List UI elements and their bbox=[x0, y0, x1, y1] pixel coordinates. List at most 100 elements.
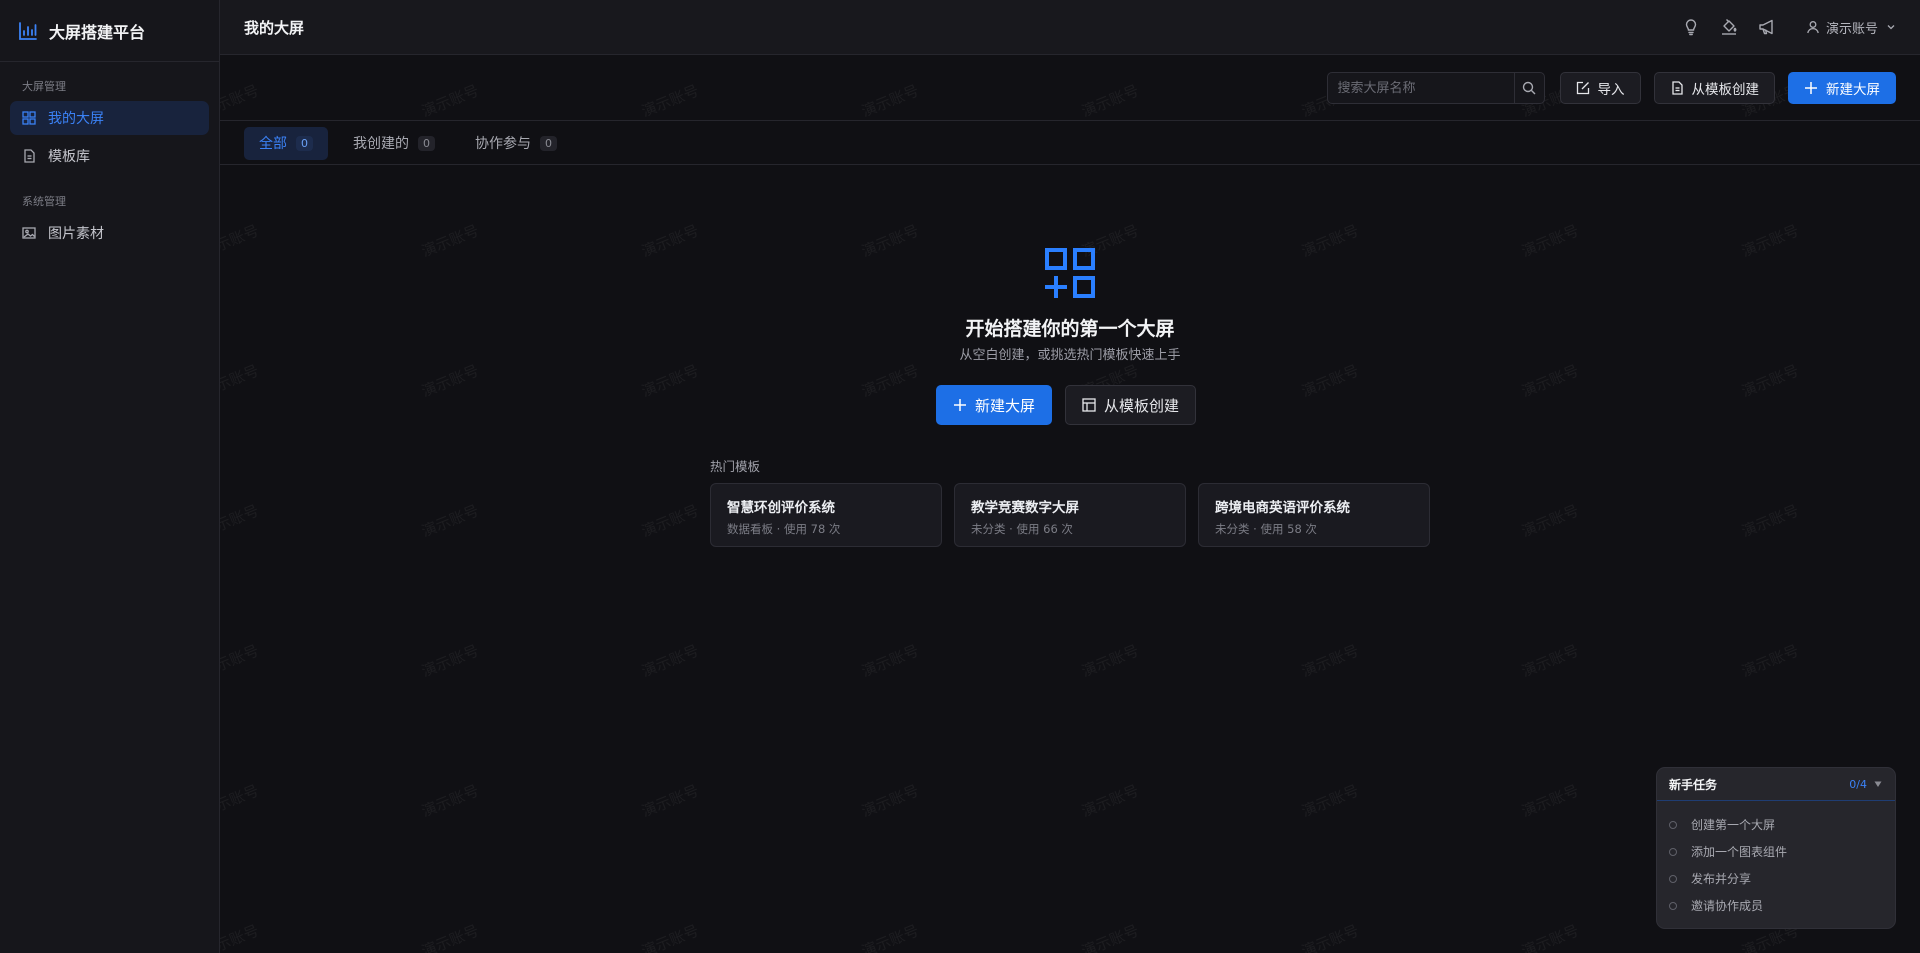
file-icon bbox=[1670, 81, 1684, 95]
paint-bucket-icon[interactable] bbox=[1720, 18, 1738, 36]
tab-count-badge: 0 bbox=[296, 135, 313, 151]
bar-chart-icon bbox=[18, 21, 38, 41]
watermark-text: 演示账号 bbox=[1079, 781, 1142, 821]
watermark-text: 演示账号 bbox=[419, 221, 482, 261]
watermark-text: 演示账号 bbox=[1739, 501, 1802, 541]
sidebar-item-my-screens[interactable]: 我的大屏 bbox=[10, 101, 209, 135]
grid-icon bbox=[22, 111, 36, 125]
watermark-text: 演示账号 bbox=[1519, 501, 1582, 541]
onboarding-task-list: 创建第一个大屏 添加一个图表组件 发布并分享 邀请协作成员 bbox=[1657, 801, 1895, 919]
brand[interactable]: 大屏搭建平台 bbox=[0, 0, 219, 62]
empty-new-screen-button[interactable]: 新建大屏 bbox=[936, 385, 1053, 425]
edit-square-icon bbox=[1576, 81, 1590, 95]
new-screen-button[interactable]: 新建大屏 bbox=[1788, 72, 1896, 104]
watermark-text: 演示账号 bbox=[1739, 361, 1802, 401]
sidebar-item-images[interactable]: 图片素材 bbox=[10, 216, 209, 250]
onboarding-task[interactable]: 发布并分享 bbox=[1657, 865, 1895, 892]
watermark-text: 演示账号 bbox=[1299, 921, 1362, 953]
watermark-text: 演示账号 bbox=[1519, 221, 1582, 261]
caret-down-icon[interactable] bbox=[1873, 779, 1883, 789]
sidebar-item-templates[interactable]: 模板库 bbox=[10, 139, 209, 173]
add-widget-icon bbox=[1043, 246, 1097, 300]
layout-icon bbox=[1082, 398, 1096, 412]
onboarding-task-label: 创建第一个大屏 bbox=[1691, 818, 1776, 832]
tab-label: 我创建的 bbox=[353, 136, 409, 152]
onboarding-task-label: 添加一个图表组件 bbox=[1691, 845, 1788, 859]
sidebar-item-label: 图片素材 bbox=[48, 226, 104, 242]
import-label: 导入 bbox=[1597, 82, 1625, 98]
watermark-text: 演示账号 bbox=[419, 921, 482, 953]
plus-icon bbox=[1804, 81, 1818, 95]
tab-created-by-me[interactable]: 我创建的 0 bbox=[338, 127, 450, 160]
tab-all[interactable]: 全部 0 bbox=[244, 126, 328, 160]
watermark-text: 演示账号 bbox=[859, 361, 922, 401]
task-status-circle-icon bbox=[1669, 901, 1677, 910]
tab-label: 协作参与 bbox=[475, 136, 531, 152]
watermark-text: 演示账号 bbox=[859, 921, 922, 953]
sidebar-item-label: 我的大屏 bbox=[48, 111, 104, 127]
onboarding-task[interactable]: 邀请协作成员 bbox=[1657, 892, 1895, 919]
task-status-circle-icon bbox=[1669, 820, 1677, 829]
watermark-text: 演示账号 bbox=[419, 781, 482, 821]
plus-icon bbox=[953, 398, 967, 412]
watermark-text: 演示账号 bbox=[419, 641, 482, 681]
watermark-text: 演示账号 bbox=[1519, 781, 1582, 821]
empty-new-screen-label: 新建大屏 bbox=[975, 396, 1036, 415]
tab-count-badge: 0 bbox=[540, 135, 557, 151]
watermark-text: 演示账号 bbox=[1739, 221, 1802, 261]
sidebar-item-label: 模板库 bbox=[48, 149, 90, 165]
watermark-text: 演示账号 bbox=[859, 641, 922, 681]
empty-state-actions: 新建大屏 从模板创建 bbox=[936, 385, 1197, 425]
onboarding-title: 新手任务 bbox=[1669, 777, 1718, 792]
onboarding-header[interactable]: 新手任务 0/4 bbox=[1657, 768, 1895, 801]
top-header: 我的大屏 演示账号 bbox=[220, 0, 1920, 55]
page-title: 我的大屏 bbox=[244, 18, 305, 37]
watermark-text: 演示账号 bbox=[639, 501, 702, 541]
watermark-text: 演示账号 bbox=[419, 361, 482, 401]
search-input[interactable] bbox=[1327, 73, 1514, 103]
watermark-text: 演示账号 bbox=[1299, 781, 1362, 821]
file-icon bbox=[22, 149, 36, 163]
watermark-text: 演示账号 bbox=[1739, 641, 1802, 681]
template-card[interactable]: 智慧环创评价系统 数据看板 · 使用 78 次 bbox=[710, 483, 942, 547]
empty-create-from-template-button[interactable]: 从模板创建 bbox=[1065, 385, 1197, 425]
user-icon bbox=[1806, 20, 1820, 34]
lightbulb-icon[interactable] bbox=[1682, 18, 1700, 36]
watermark-text: 演示账号 bbox=[639, 921, 702, 953]
import-button[interactable]: 导入 bbox=[1559, 72, 1641, 104]
onboarding-progress: 0/4 bbox=[1849, 777, 1867, 791]
onboarding-task[interactable]: 添加一个图表组件 bbox=[1657, 838, 1895, 865]
megaphone-icon[interactable] bbox=[1758, 18, 1776, 36]
user-name: 演示账号 bbox=[1825, 21, 1878, 37]
search-box bbox=[1326, 72, 1545, 104]
template-card-meta: 未分类 · 使用 58 次 bbox=[1215, 522, 1317, 536]
empty-state-title: 开始搭建你的第一个大屏 bbox=[965, 318, 1175, 340]
template-card[interactable]: 跨境电商英语评价系统 未分类 · 使用 58 次 bbox=[1198, 483, 1430, 547]
sidebar: 大屏搭建平台 大屏管理 我的大屏 模板库 系统管理 图片素材 bbox=[0, 0, 220, 953]
brand-title: 大屏搭建平台 bbox=[49, 22, 146, 42]
template-card-meta: 数据看板 · 使用 78 次 bbox=[727, 522, 841, 536]
onboarding-panel: 新手任务 0/4 创建第一个大屏 添加一个图表组件 发布并分享 邀请协作成员 bbox=[1656, 767, 1896, 929]
search-icon[interactable] bbox=[1513, 73, 1544, 103]
tab-collaborating[interactable]: 协作参与 0 bbox=[460, 127, 572, 160]
tab-count-badge: 0 bbox=[418, 135, 435, 151]
create-from-template-button[interactable]: 从模板创建 bbox=[1653, 72, 1775, 104]
user-menu[interactable]: 演示账号 bbox=[1806, 18, 1896, 37]
tab-label: 全部 bbox=[259, 136, 287, 152]
watermark-text: 演示账号 bbox=[1519, 921, 1582, 953]
empty-state-subtitle: 从空白创建，或挑选热门模板快速上手 bbox=[959, 348, 1181, 363]
onboarding-task-label: 邀请协作成员 bbox=[1691, 899, 1764, 913]
filter-tabs: 全部 0 我创建的 0 协作参与 0 bbox=[220, 122, 1920, 165]
watermark-text: 演示账号 bbox=[1299, 361, 1362, 401]
template-card[interactable]: 教学竞赛数字大屏 未分类 · 使用 66 次 bbox=[954, 483, 1186, 547]
watermark-text: 演示账号 bbox=[639, 221, 702, 261]
hot-templates-label: 热门模板 bbox=[710, 459, 761, 474]
watermark-text: 演示账号 bbox=[639, 361, 702, 401]
watermark-text: 演示账号 bbox=[639, 641, 702, 681]
onboarding-task[interactable]: 创建第一个大屏 bbox=[1657, 811, 1895, 838]
image-icon bbox=[22, 226, 36, 240]
watermark-text: 演示账号 bbox=[419, 501, 482, 541]
empty-create-from-template-label: 从模板创建 bbox=[1104, 396, 1180, 415]
nav-group-label: 大屏管理 bbox=[22, 80, 66, 93]
watermark-text: 演示账号 bbox=[1519, 641, 1582, 681]
